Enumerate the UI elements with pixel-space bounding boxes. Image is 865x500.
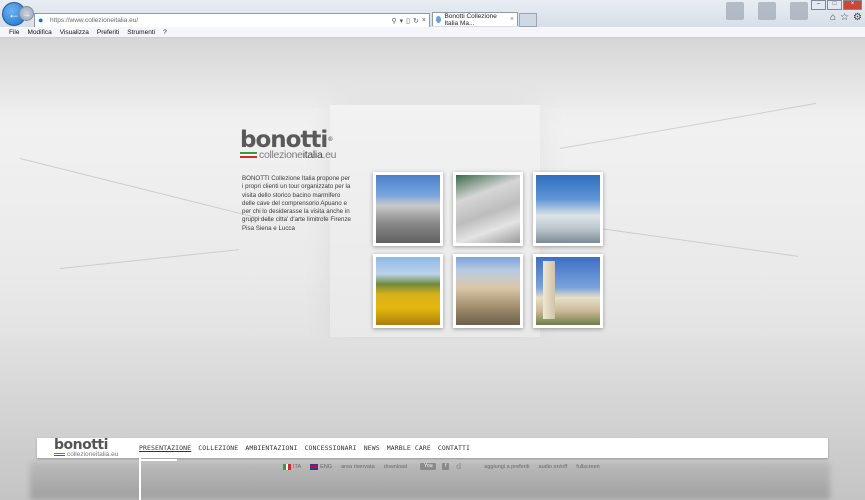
twitter-icon[interactable]: 𝕕 (455, 463, 462, 471)
marble-vein (559, 102, 817, 149)
new-tab-button[interactable] (519, 13, 537, 27)
tab-favicon-icon (436, 16, 442, 23)
lang-eng[interactable]: ENG (310, 463, 333, 470)
browser-menubar: File Modifica Visualizza Preferiti Strum… (0, 27, 865, 38)
window-close-button[interactable]: × (843, 0, 862, 10)
settings-gear-icon[interactable]: ⚙ (853, 12, 862, 23)
logo-subtitle: collezioneitalia.eu (259, 149, 337, 161)
quarry-steps-image (456, 175, 520, 243)
pisa-image (536, 257, 600, 325)
lang-eng-label: ENG (320, 463, 333, 470)
nav-presentazione[interactable]: PRESENTAZIONE (139, 444, 191, 452)
address-bar[interactable]: ● https://www.collezioneitalia.eu/ ⚲ ▾ ▯… (34, 13, 430, 28)
desktop-shortcut-icon (790, 2, 808, 20)
uk-flag-icon (310, 463, 319, 470)
active-nav-underline (139, 459, 177, 461)
forward-arrow-icon: → (22, 8, 31, 19)
forward-button[interactable]: → (19, 6, 34, 21)
intro-paragraph: BONOTTI Collezione Italia propone per i … (242, 175, 351, 232)
dropdown-icon[interactable]: ▾ (400, 17, 404, 25)
browser-tab[interactable]: Bonotti Collezione Italia Ma... × (432, 12, 518, 27)
lang-ita[interactable]: ITA (283, 463, 302, 470)
window-controls: – □ × (810, 0, 862, 10)
tab-close-icon[interactable]: × (510, 16, 514, 23)
quarry-image (376, 175, 440, 243)
home-icon[interactable]: ⌂ (830, 12, 836, 23)
url-text[interactable]: https://www.collezioneitalia.eu/ (50, 17, 392, 24)
marble-vein (19, 158, 273, 222)
navbar-logo[interactable]: bonotti collezioneitalia.eu (54, 438, 119, 458)
ceiling (0, 38, 865, 108)
minimize-button[interactable]: – (811, 0, 826, 10)
desktop-shortcut-icon (726, 2, 744, 20)
sunflower-image (376, 257, 440, 325)
compat-icon[interactable]: ▯ (406, 17, 410, 25)
nav-collezione[interactable]: COLLEZIONE (198, 444, 238, 452)
menu-help[interactable]: ? (163, 29, 167, 36)
menu-strumenti[interactable]: Strumenti (127, 29, 155, 36)
active-nav-indicator-line (139, 458, 141, 500)
marble-vein (59, 249, 240, 269)
tab-title: Bonotti Collezione Italia Ma... (444, 12, 497, 27)
site-navbar: bonotti collezioneitalia.eu PRESENTAZION… (37, 438, 828, 458)
navbar-logo-subtitle: collezioneitalia.eu (67, 451, 119, 458)
menu-modifica[interactable]: Modifica (27, 29, 51, 36)
nav-news[interactable]: NEWS (364, 444, 380, 452)
favorites-star-icon[interactable]: ☆ (840, 12, 849, 23)
italian-flag-icon (54, 452, 65, 457)
bonotti-logo[interactable]: bonotti® collezioneitalia.eu (240, 129, 360, 161)
main-menu: PRESENTAZIONE COLLEZIONE AMBIENTAZIONI C… (139, 444, 477, 452)
facebook-icon[interactable]: f (442, 463, 450, 470)
search-icon[interactable]: ⚲ (392, 17, 397, 25)
lang-ita-label: ITA (293, 463, 302, 470)
tower-shape (543, 261, 555, 319)
menu-visualizza[interactable]: Visualizza (60, 29, 89, 36)
browser-titlebar: ← → ● https://www.collezioneitalia.eu/ ⚲… (0, 0, 865, 28)
logo-wordmark: bonotti® (240, 127, 333, 153)
fullscreen-link[interactable]: fullscreen (576, 464, 600, 470)
photo-florence-duomo[interactable] (453, 254, 523, 328)
area-riservata-link[interactable]: area riservata (341, 464, 375, 470)
subfooter: ITA ENG area riservata download You f 𝕕 … (283, 463, 609, 471)
photo-sunflower-field[interactable] (373, 254, 443, 328)
nav-ambientazioni[interactable]: AMBIENTAZIONI (245, 444, 297, 452)
marble-vein (599, 228, 799, 257)
menu-file[interactable]: File (9, 29, 19, 36)
refresh-icon[interactable]: ↻ (413, 17, 419, 25)
maximize-button[interactable]: □ (827, 0, 842, 10)
quarry-blocks-image (536, 175, 600, 243)
photo-apuan-alps-quarry[interactable] (373, 172, 443, 246)
ie-favicon-icon: ● (38, 15, 44, 25)
audio-toggle-link[interactable]: audio on/off (539, 464, 568, 470)
youtube-icon[interactable]: You (420, 463, 437, 470)
add-favorites-link[interactable]: aggiungi a preferiti (484, 464, 529, 470)
italian-flag-icon (283, 463, 292, 470)
photo-marble-quarry-steps[interactable] (453, 172, 523, 246)
desktop-shortcut-icon (758, 2, 776, 20)
italian-flag-icon (240, 152, 257, 158)
nav-marble-care[interactable]: MARBLE CARE (387, 444, 431, 452)
photo-pisa-leaning-tower[interactable] (533, 254, 603, 328)
menu-preferiti[interactable]: Preferiti (97, 29, 119, 36)
desktop-icons (726, 2, 808, 20)
photo-marble-quarry-blocks[interactable] (533, 172, 603, 246)
nav-contatti[interactable]: CONTATTI (438, 444, 470, 452)
download-link[interactable]: download (384, 464, 408, 470)
browser-toolbar: ⌂ ☆ ⚙ (830, 12, 862, 23)
duomo-image (456, 257, 520, 325)
nav-concessionari[interactable]: CONCESSIONARI (305, 444, 357, 452)
close-icon[interactable]: × (422, 17, 426, 25)
